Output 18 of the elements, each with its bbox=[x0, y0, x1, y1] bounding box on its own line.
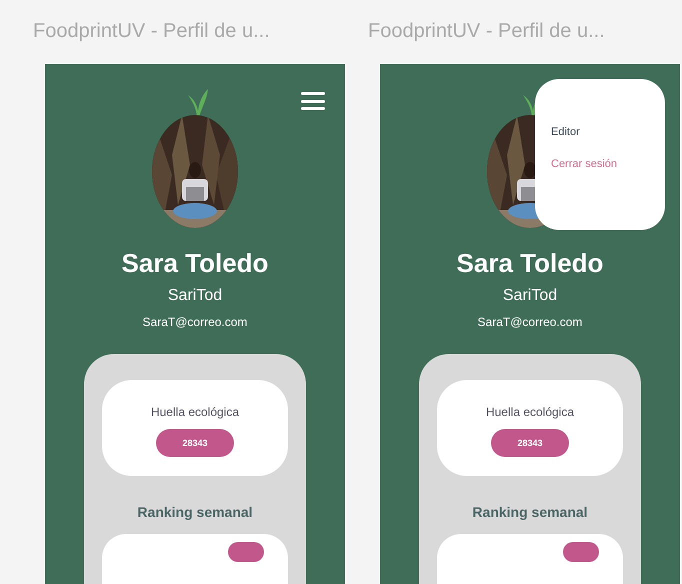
screen-title: FoodprintUV - Perfil de u... bbox=[33, 20, 271, 44]
username: SariTod bbox=[502, 287, 558, 305]
menu-icon[interactable] bbox=[301, 92, 325, 110]
score-pill bbox=[228, 542, 264, 562]
ranking-title: Ranking semanal bbox=[137, 504, 253, 520]
profile-name: Sara Toledo bbox=[456, 248, 604, 279]
footprint-value: 28343 bbox=[491, 429, 569, 457]
menu-item[interactable]: Editor bbox=[551, 126, 580, 138]
footprint-label: Huella ecológica bbox=[150, 405, 240, 419]
username: SariTod bbox=[168, 287, 222, 305]
footprint-label: Huella ecológica bbox=[486, 405, 574, 419]
footprint-value: 28343 bbox=[156, 429, 234, 457]
ranking-title: Ranking semanal bbox=[472, 504, 588, 520]
score-pill bbox=[563, 542, 599, 562]
email-address: SaraT@correo.com bbox=[142, 315, 248, 329]
screen-title: FoodprintUV - Perfil de u... bbox=[368, 20, 606, 44]
email-address: SaraT@correo.com bbox=[478, 315, 582, 329]
profile-name: Sara Toledo bbox=[122, 248, 268, 279]
